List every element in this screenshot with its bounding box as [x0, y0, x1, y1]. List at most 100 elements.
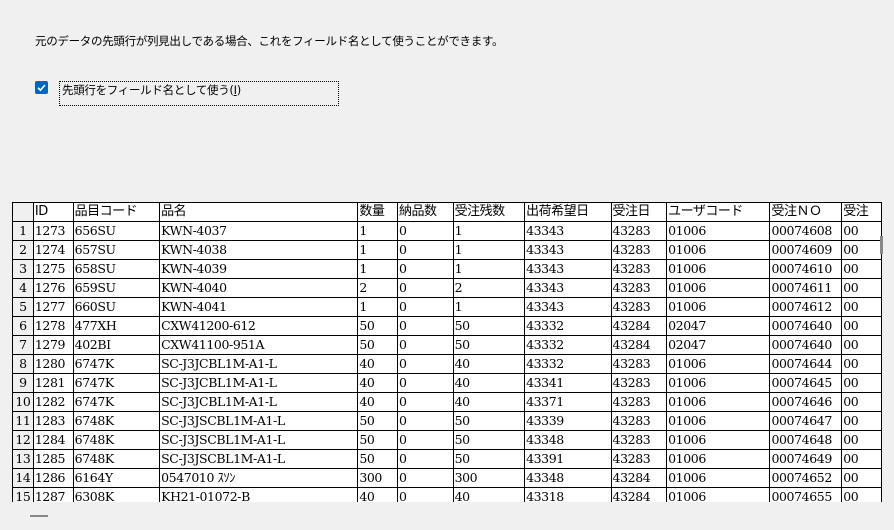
table-row[interactable]: 8 1280 6747K SC-J3JCBL1M-A1-L 40 0 40 43332 4328… — [12, 354, 882, 374]
table-cell: 50 — [357, 316, 398, 336]
table-row[interactable]: 10 1282 6747K SC-J3JCBL1M-A1-L 40 0 40 43371 432… — [12, 392, 882, 412]
table-cell: 43283 — [610, 373, 668, 393]
table-cell: 477XH — [72, 316, 161, 336]
table-row[interactable]: 7 1279 402BI CXW41100-951A 50 0 50 43332 43284 02… — [12, 335, 882, 355]
column-header[interactable]: 受注日 — [610, 202, 668, 222]
table-cell: 01006 — [666, 297, 771, 317]
table-row[interactable]: 13 1285 6748K SC-J3JSCBL1M-A1-L 50 0 50 43391 43… — [12, 449, 882, 469]
column-header[interactable]: 出荷希望日 — [524, 202, 612, 222]
table-row[interactable]: 3 1275 658SU KWN-4039 1 0 1 43343 43283 01006 0007… — [12, 259, 882, 279]
table-cell: 43284 — [610, 487, 668, 502]
column-header[interactable]: ID — [32, 202, 74, 222]
column-header[interactable]: 数量 — [357, 202, 398, 222]
table-row[interactable]: 11 1283 6748K SC-J3JSCBL1M-A1-L 50 0 50 43339 43… — [12, 411, 882, 431]
table-cell: 01006 — [666, 468, 771, 488]
table-row[interactable]: 5 1277 660SU KWN-4041 1 0 1 43343 43283 01006 0007… — [12, 297, 882, 317]
table-cell: 00 — [841, 468, 882, 488]
table-cell: 40 — [357, 392, 398, 412]
table-cell: 1276 — [32, 278, 74, 298]
row-number: 9 — [12, 373, 34, 393]
vertical-scrollbar[interactable] — [880, 236, 883, 254]
table-cell: KWN-4039 — [159, 259, 359, 279]
table-cell: 0 — [396, 430, 454, 450]
table-cell: 00074640 — [769, 316, 843, 336]
table-cell: 43332 — [524, 335, 612, 355]
table-cell: 50 — [452, 430, 526, 450]
table-cell: 6164Y — [72, 468, 161, 488]
table-cell: 43283 — [610, 411, 668, 431]
table-cell: 00 — [841, 354, 882, 374]
column-header[interactable]: 品目コード — [72, 202, 161, 222]
table-cell: 00 — [841, 259, 882, 279]
table-cell: 00074608 — [769, 221, 843, 241]
table-cell: SC-J3JCBL1M-A1-L — [159, 354, 359, 374]
table-cell: 0547010 ｽｿﾝ — [159, 468, 359, 488]
table-cell: 1279 — [32, 335, 74, 355]
column-header[interactable]: 受注ＮＯ — [769, 202, 843, 222]
table-cell: 00 — [841, 278, 882, 298]
table-cell: 43283 — [610, 278, 668, 298]
table-cell: 1281 — [32, 373, 74, 393]
table-cell: 0 — [396, 468, 454, 488]
table-cell: 01006 — [666, 354, 771, 374]
table-row[interactable]: 4 1276 659SU KWN-4040 2 0 2 43343 43283 01006 0007… — [12, 278, 882, 298]
column-header[interactable]: 受注残数 — [452, 202, 526, 222]
table-row[interactable]: 12 1284 6748K SC-J3JSCBL1M-A1-L 50 0 50 43348 43… — [12, 430, 882, 450]
table-cell: 02047 — [666, 316, 771, 336]
table-cell: 1278 — [32, 316, 74, 336]
table-cell: 43348 — [524, 430, 612, 450]
row-number: 6 — [12, 316, 34, 336]
table-cell: 40 — [452, 392, 526, 412]
table-cell: SC-J3JSCBL1M-A1-L — [159, 411, 359, 431]
use-first-row-checkbox[interactable] — [35, 81, 48, 94]
table-cell: 1273 — [32, 221, 74, 241]
row-number: 3 — [12, 259, 34, 279]
table-row[interactable]: 1 1273 656SU KWN-4037 1 0 1 43343 43283 01006 0007… — [12, 221, 882, 241]
row-number: 1 — [12, 221, 34, 241]
table-row[interactable]: 14 1286 6164Y 0547010 ｽｿﾝ 300 0 300 43348 43284 0… — [12, 468, 882, 488]
table-cell: 1 — [357, 240, 398, 260]
table-cell: 0 — [396, 221, 454, 241]
table-cell: 43343 — [524, 297, 612, 317]
table-cell: 43343 — [524, 259, 612, 279]
table-row[interactable]: 2 1274 657SU KWN-4038 1 0 1 43343 43283 01006 0007… — [12, 240, 882, 260]
table-cell: 00 — [841, 316, 882, 336]
column-header[interactable]: 受注 — [841, 202, 882, 222]
table-cell: CXW41100-951A — [159, 335, 359, 355]
table-cell: 01006 — [666, 221, 771, 241]
table-cell: 0 — [396, 278, 454, 298]
table-cell: 658SU — [72, 259, 161, 279]
horizontal-scrollbar[interactable] — [30, 515, 48, 517]
table-cell: 0 — [396, 240, 454, 260]
table-cell: 6747K — [72, 392, 161, 412]
table-cell: 43283 — [610, 240, 668, 260]
table-cell: 01006 — [666, 278, 771, 298]
table-cell: 2 — [452, 278, 526, 298]
row-number: 13 — [12, 449, 34, 469]
table-cell: 50 — [452, 335, 526, 355]
table-cell: 1283 — [32, 411, 74, 431]
column-header[interactable]: 品名 — [159, 202, 359, 222]
data-preview-grid[interactable]: ID 品目コード 品名 数量 納品数 受注残数 出荷希望日 受注日 ユーザコード 受注ＮＯ 受注 1… — [12, 202, 882, 502]
table-row[interactable]: 15 1287 6308K KH21-01072-B 40 0 40 43318 43284 01… — [12, 487, 882, 502]
table-cell: 01006 — [666, 449, 771, 469]
table-cell: 40 — [357, 373, 398, 393]
table-row[interactable]: 6 1278 477XH CXW41200-612 50 0 50 43332 43284 020… — [12, 316, 882, 336]
table-cell: 0 — [396, 411, 454, 431]
table-cell: CXW41200-612 — [159, 316, 359, 336]
table-cell: 00074640 — [769, 335, 843, 355]
table-cell: 00 — [841, 221, 882, 241]
column-header[interactable]: ユーザコード — [666, 202, 771, 222]
table-cell: 43283 — [610, 449, 668, 469]
table-cell: 300 — [357, 468, 398, 488]
table-cell: 402BI — [72, 335, 161, 355]
table-cell: 0 — [396, 449, 454, 469]
use-first-row-label[interactable]: 先頭行をフィールド名として使う(I) — [59, 81, 339, 106]
table-cell: 0 — [396, 335, 454, 355]
table-cell: 1 — [357, 297, 398, 317]
table-cell: 00074610 — [769, 259, 843, 279]
table-cell: 0 — [396, 354, 454, 374]
table-row[interactable]: 9 1281 6747K SC-J3JCBL1M-A1-L 40 0 40 43341 4328… — [12, 373, 882, 393]
column-header[interactable]: 納品数 — [396, 202, 454, 222]
table-cell: 00 — [841, 392, 882, 412]
